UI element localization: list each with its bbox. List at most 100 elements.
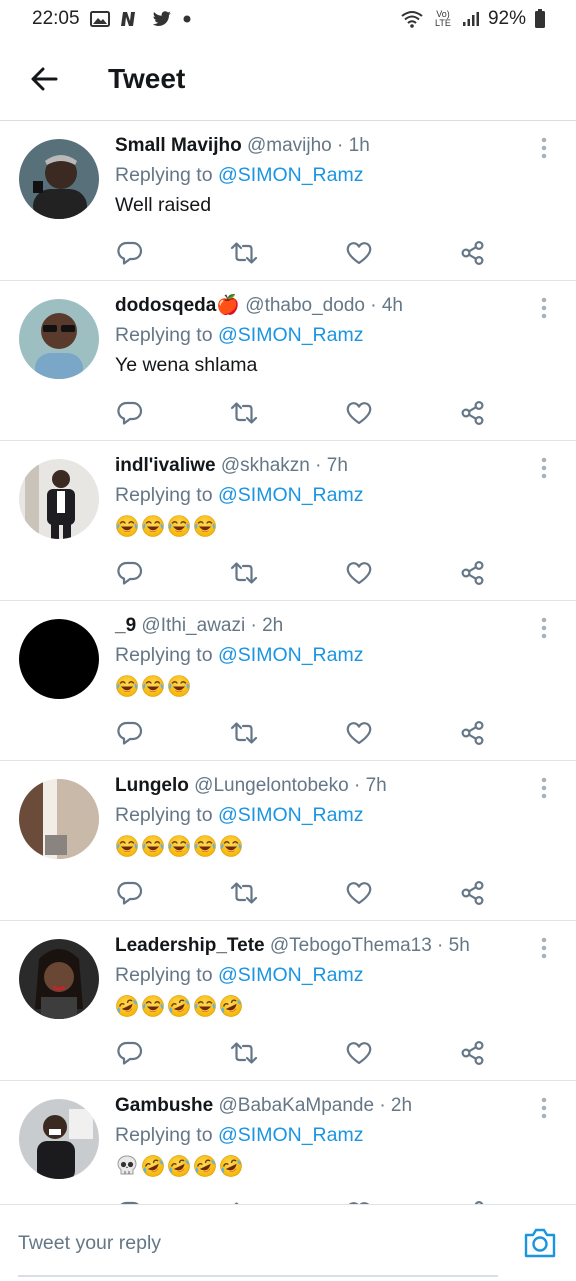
avatar[interactable] xyxy=(19,779,99,859)
more-options-button[interactable] xyxy=(534,937,554,961)
more-vertical-icon xyxy=(541,617,547,639)
status-bar: 22:05 Vo) LTE 92% xyxy=(0,0,576,38)
replying-to-mention[interactable]: @SIMON_Ramz xyxy=(218,1124,363,1146)
tweet-reply[interactable]: Lungelo @Lungelontobeko · 7h Replying to … xyxy=(0,761,576,921)
retweet-icon xyxy=(230,882,258,904)
avatar[interactable] xyxy=(19,299,99,379)
share-button[interactable] xyxy=(455,715,491,751)
user-handle[interactable]: @Lungelontobeko xyxy=(194,775,349,796)
rolling-laughing-emoji xyxy=(220,995,242,1017)
signal-icon xyxy=(462,11,480,27)
avatar[interactable] xyxy=(19,939,99,1019)
like-button[interactable] xyxy=(341,715,377,751)
display-name[interactable]: Lungelo xyxy=(115,775,189,796)
like-button[interactable] xyxy=(341,1035,377,1071)
tweet-reply[interactable]: dodosqeda🍎 @thabo_dodo · 4h Replying to @… xyxy=(0,281,576,441)
reply-icon xyxy=(117,401,143,425)
more-options-button[interactable] xyxy=(534,1097,554,1121)
page-title: Tweet xyxy=(108,63,186,94)
tears-of-joy-emoji xyxy=(142,835,164,857)
retweet-button[interactable] xyxy=(226,715,262,751)
more-options-button[interactable] xyxy=(534,617,554,641)
reply-button[interactable] xyxy=(112,235,148,271)
display-name[interactable]: Leadership_Tete xyxy=(115,935,265,956)
like-button[interactable] xyxy=(341,235,377,271)
user-handle[interactable]: @thabo_dodo xyxy=(245,295,365,316)
retweet-button[interactable] xyxy=(226,1035,262,1071)
camera-button[interactable] xyxy=(522,1225,558,1261)
replying-to-mention[interactable]: @SIMON_Ramz xyxy=(218,804,363,826)
rolling-laughing-emoji xyxy=(168,1155,190,1177)
tweet-reply[interactable]: Gambushe @BabaKaMpande · 2h Replying to @… xyxy=(0,1081,576,1204)
like-button[interactable] xyxy=(341,1195,377,1204)
status-time: 22:05 xyxy=(32,8,80,29)
like-button[interactable] xyxy=(341,875,377,911)
user-handle[interactable]: @Ithi_awazi xyxy=(141,615,245,636)
retweet-button[interactable] xyxy=(226,1195,262,1204)
tweet-actions xyxy=(115,715,495,751)
display-name[interactable]: _9 xyxy=(115,615,136,636)
like-button[interactable] xyxy=(341,395,377,431)
replying-to-mention[interactable]: @SIMON_Ramz xyxy=(218,164,363,186)
share-button[interactable] xyxy=(455,1035,491,1071)
reply-icon xyxy=(117,721,143,745)
reply-icon xyxy=(117,561,143,585)
replying-to-mention[interactable]: @SIMON_Ramz xyxy=(218,324,363,346)
rolling-laughing-emoji xyxy=(142,1155,164,1177)
retweet-button[interactable] xyxy=(226,395,262,431)
retweet-button[interactable] xyxy=(226,235,262,271)
share-button[interactable] xyxy=(455,235,491,271)
reply-button[interactable] xyxy=(112,715,148,751)
avatar[interactable] xyxy=(19,619,99,699)
retweet-button[interactable] xyxy=(226,555,262,591)
display-name[interactable]: Gambushe xyxy=(115,1095,213,1116)
back-button[interactable] xyxy=(22,57,66,101)
user-handle[interactable]: @TebogoThema13 xyxy=(270,935,432,956)
like-button[interactable] xyxy=(341,555,377,591)
tweet-text xyxy=(115,1154,536,1178)
tweet-text: Well raised xyxy=(115,194,212,216)
reply-feed[interactable]: Small Mavijho @mavijho · 1h Replying to @… xyxy=(0,121,576,1204)
more-options-button[interactable] xyxy=(534,297,554,321)
user-handle[interactable]: @mavijho xyxy=(247,135,332,156)
share-button[interactable] xyxy=(455,395,491,431)
tweet-reply[interactable]: _9 @Ithi_awazi · 2h Replying to @SIMON_Ra… xyxy=(0,601,576,761)
reply-icon xyxy=(117,881,143,905)
reply-button[interactable] xyxy=(112,1195,148,1204)
tweet-actions xyxy=(115,1035,495,1071)
tweet-actions xyxy=(115,875,495,911)
more-options-button[interactable] xyxy=(534,777,554,801)
share-button[interactable] xyxy=(455,875,491,911)
tears-of-joy-emoji xyxy=(116,515,138,537)
reply-button[interactable] xyxy=(112,1035,148,1071)
retweet-button[interactable] xyxy=(226,875,262,911)
reply-button[interactable] xyxy=(112,875,148,911)
more-options-button[interactable] xyxy=(534,457,554,481)
share-button[interactable] xyxy=(455,555,491,591)
avatar[interactable] xyxy=(19,459,99,539)
replying-to-mention[interactable]: @SIMON_Ramz xyxy=(218,484,363,506)
user-handle[interactable]: @skhakzn xyxy=(221,455,310,476)
share-icon xyxy=(461,240,484,266)
reply-button[interactable] xyxy=(112,395,148,431)
avatar[interactable] xyxy=(19,1099,99,1179)
tweet-reply[interactable]: Small Mavijho @mavijho · 1h Replying to @… xyxy=(0,121,576,281)
display-name[interactable]: dodosqeda🍎 xyxy=(115,295,240,316)
replying-to-mention[interactable]: @SIMON_Ramz xyxy=(218,964,363,986)
gallery-icon xyxy=(89,11,110,27)
user-handle[interactable]: @BabaKaMpande xyxy=(218,1095,374,1116)
display-name[interactable]: Small Mavijho xyxy=(115,135,242,156)
reply-input[interactable] xyxy=(18,1211,498,1277)
replying-to: Replying to @SIMON_Ramz xyxy=(115,1122,536,1148)
display-name[interactable]: indl'ivaliwe xyxy=(115,455,216,476)
replying-to-mention[interactable]: @SIMON_Ramz xyxy=(218,644,363,666)
wifi-icon xyxy=(400,10,424,28)
share-icon xyxy=(461,720,484,746)
reply-button[interactable] xyxy=(112,555,148,591)
more-options-button[interactable] xyxy=(534,137,554,161)
tweet-reply[interactable]: Leadership_Tete @TebogoThema13 · 5h Reply… xyxy=(0,921,576,1081)
tweet-reply[interactable]: indl'ivaliwe @skhakzn · 7h Replying to @S… xyxy=(0,441,576,601)
share-button[interactable] xyxy=(455,1195,491,1204)
tweet-time: · 5h xyxy=(437,935,470,956)
avatar[interactable] xyxy=(19,139,99,219)
